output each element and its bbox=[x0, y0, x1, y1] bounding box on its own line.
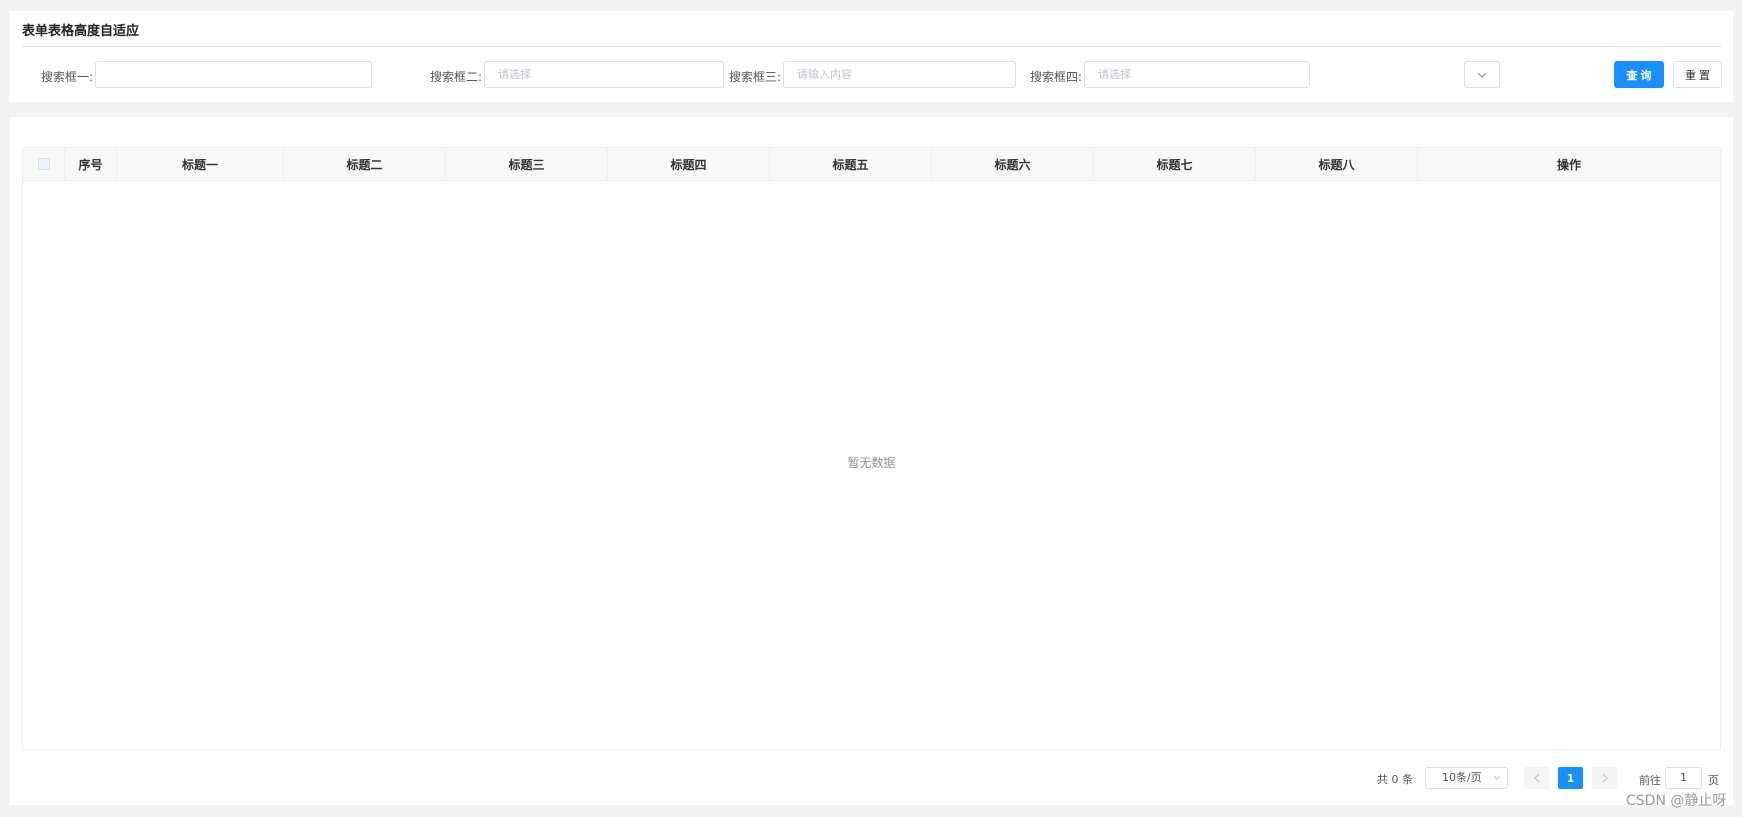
search-field-3-input[interactable]: 请输入内容 bbox=[783, 61, 1016, 88]
page-size-select[interactable]: 10条/页 bbox=[1425, 767, 1508, 789]
next-page-button[interactable] bbox=[1592, 767, 1617, 789]
chevron-left-icon bbox=[1533, 773, 1539, 783]
column-header-title-4: 标题四 bbox=[608, 148, 770, 180]
chevron-right-icon bbox=[1602, 773, 1608, 783]
search-field-3-label: 搜索框三: bbox=[729, 70, 782, 84]
pagination-total: 共 0 条 bbox=[1377, 773, 1413, 786]
page-title: 表单表格高度自适应 bbox=[22, 24, 140, 39]
column-header-actions: 操作 bbox=[1556, 157, 1581, 172]
search-field-4-select[interactable]: 请选择 bbox=[1084, 61, 1310, 88]
column-header-title-5: 标题五 bbox=[770, 148, 932, 180]
prev-page-button[interactable] bbox=[1524, 767, 1549, 789]
search-field-2-label: 搜索框二: bbox=[430, 70, 483, 84]
data-table: 序号 标题一 标题二 标题三 标题四 标题五 标题六 标题七 标题八 操作 暂无… bbox=[22, 147, 1721, 750]
page-size-value: 10条/页 bbox=[1442, 771, 1482, 784]
column-header-title-2: 标题二 bbox=[284, 148, 446, 180]
column-header-title-7: 标题七 bbox=[1094, 148, 1256, 180]
reset-button[interactable]: 重置 bbox=[1673, 61, 1722, 88]
search-field-4-label: 搜索框四: bbox=[1030, 70, 1083, 84]
table-header: 序号 标题一 标题二 标题三 标题四 标题五 标题六 标题七 标题八 操作 bbox=[23, 148, 1720, 181]
query-button[interactable]: 查询 bbox=[1614, 61, 1664, 88]
chevron-down-icon bbox=[1477, 72, 1487, 78]
column-header-title-8: 标题八 bbox=[1256, 148, 1418, 180]
select-all-checkbox[interactable] bbox=[37, 158, 50, 170]
goto-unit-label: 页 bbox=[1708, 774, 1719, 787]
page-number-current[interactable]: 1 bbox=[1558, 767, 1583, 789]
watermark: CSDN @静止呀 bbox=[1626, 793, 1727, 809]
search-field-1-input[interactable] bbox=[95, 61, 372, 88]
expand-toggle-button[interactable] bbox=[1464, 61, 1500, 88]
title-divider bbox=[22, 46, 1721, 47]
search-panel: 表单表格高度自适应 搜索框一: 搜索框二: 请选择 搜索框三: 请输入内容 搜索… bbox=[9, 11, 1733, 102]
select-all-cell bbox=[23, 148, 65, 180]
search-field-1-label: 搜索框一: bbox=[41, 70, 94, 84]
search-field-2-select[interactable]: 请选择 bbox=[484, 61, 724, 88]
column-header-title-1: 标题一 bbox=[117, 148, 284, 180]
empty-state-text: 暂无数据 bbox=[847, 456, 896, 470]
chevron-down-icon bbox=[1493, 768, 1501, 795]
goto-label: 前往 bbox=[1639, 774, 1661, 787]
column-header-title-3: 标题三 bbox=[446, 148, 608, 180]
column-header-title-6: 标题六 bbox=[932, 148, 1094, 180]
goto-page-input[interactable]: 1 bbox=[1665, 767, 1702, 789]
column-header-index: 序号 bbox=[65, 148, 117, 180]
table-panel: 序号 标题一 标题二 标题三 标题四 标题五 标题六 标题七 标题八 操作 暂无… bbox=[9, 117, 1733, 805]
